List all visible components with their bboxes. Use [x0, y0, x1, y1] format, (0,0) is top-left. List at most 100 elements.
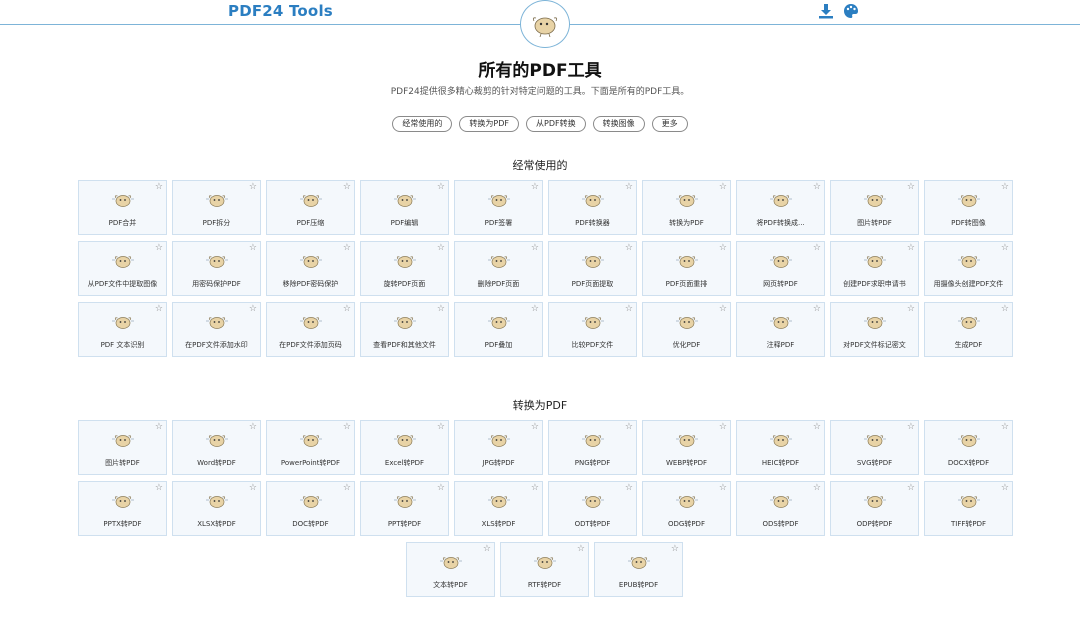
tool-card[interactable]: ☆ PDF页面提取 — [548, 241, 637, 296]
favorite-star-icon[interactable]: ☆ — [155, 243, 163, 253]
tool-card[interactable]: ☆ 从PDF文件中提取图像 — [78, 241, 167, 296]
favorite-star-icon[interactable]: ☆ — [1001, 182, 1009, 192]
favorite-star-icon[interactable]: ☆ — [625, 243, 633, 253]
tool-card[interactable]: ☆ 用密码保护PDF — [172, 241, 261, 296]
favorite-star-icon[interactable]: ☆ — [1001, 243, 1009, 253]
tool-card[interactable]: ☆ 文本转PDF — [406, 542, 495, 597]
favorite-star-icon[interactable]: ☆ — [719, 182, 727, 192]
tool-card[interactable]: ☆ RTF转PDF — [500, 542, 589, 597]
tool-card[interactable]: ☆ XLS转PDF — [454, 481, 543, 536]
favorite-star-icon[interactable]: ☆ — [719, 243, 727, 253]
favorite-star-icon[interactable]: ☆ — [343, 483, 351, 493]
tool-card[interactable]: ☆ PowerPoint转PDF — [266, 420, 355, 475]
tool-card[interactable]: ☆ PDF叠加 — [454, 302, 543, 357]
tool-card[interactable]: ☆ 旋转PDF页面 — [360, 241, 449, 296]
tool-card[interactable]: ☆ PDF转换器 — [548, 180, 637, 235]
tool-card[interactable]: ☆ ODS转PDF — [736, 481, 825, 536]
favorite-star-icon[interactable]: ☆ — [813, 304, 821, 314]
favorite-star-icon[interactable]: ☆ — [1001, 422, 1009, 432]
tool-card[interactable]: ☆ ODG转PDF — [642, 481, 731, 536]
favorite-star-icon[interactable]: ☆ — [437, 243, 445, 253]
favorite-star-icon[interactable]: ☆ — [343, 182, 351, 192]
site-logo[interactable]: PDF24 Tools — [228, 2, 333, 20]
favorite-star-icon[interactable]: ☆ — [719, 422, 727, 432]
tool-card[interactable]: ☆ 网页转PDF — [736, 241, 825, 296]
favorite-star-icon[interactable]: ☆ — [343, 422, 351, 432]
tool-card[interactable]: ☆ 优化PDF — [642, 302, 731, 357]
tool-card[interactable]: ☆ PPTX转PDF — [78, 481, 167, 536]
tool-card[interactable]: ☆ PDF转图像 — [924, 180, 1013, 235]
palette-icon[interactable] — [843, 3, 859, 19]
tool-card[interactable]: ☆ PDF合并 — [78, 180, 167, 235]
tool-card[interactable]: ☆ 用摄像头创建PDF文件 — [924, 241, 1013, 296]
favorite-star-icon[interactable]: ☆ — [577, 544, 585, 554]
tool-card[interactable]: ☆ HEIC转PDF — [736, 420, 825, 475]
tool-card[interactable]: ☆ Excel转PDF — [360, 420, 449, 475]
favorite-star-icon[interactable]: ☆ — [1001, 483, 1009, 493]
tool-card[interactable]: ☆ PDF拆分 — [172, 180, 261, 235]
favorite-star-icon[interactable]: ☆ — [531, 182, 539, 192]
tool-card[interactable]: ☆ XLSX转PDF — [172, 481, 261, 536]
tool-card[interactable]: ☆ 对PDF文件标记密文 — [830, 302, 919, 357]
favorite-star-icon[interactable]: ☆ — [437, 422, 445, 432]
favorite-star-icon[interactable]: ☆ — [907, 304, 915, 314]
tool-card[interactable]: ☆ PDF编辑 — [360, 180, 449, 235]
favorite-star-icon[interactable]: ☆ — [249, 304, 257, 314]
tool-card[interactable]: ☆ DOC转PDF — [266, 481, 355, 536]
tool-card[interactable]: ☆ 将PDF转换成... — [736, 180, 825, 235]
tool-card[interactable]: ☆ 图片转PDF — [830, 180, 919, 235]
favorite-star-icon[interactable]: ☆ — [531, 304, 539, 314]
tool-card[interactable]: ☆ WEBP转PDF — [642, 420, 731, 475]
favorite-star-icon[interactable]: ☆ — [531, 243, 539, 253]
favorite-star-icon[interactable]: ☆ — [907, 422, 915, 432]
tool-card[interactable]: ☆ DOCX转PDF — [924, 420, 1013, 475]
favorite-star-icon[interactable]: ☆ — [249, 422, 257, 432]
favorite-star-icon[interactable]: ☆ — [625, 304, 633, 314]
tool-card[interactable]: ☆ PDF 文本识别 — [78, 302, 167, 357]
favorite-star-icon[interactable]: ☆ — [625, 483, 633, 493]
tool-card[interactable]: ☆ TIFF转PDF — [924, 481, 1013, 536]
tool-card[interactable]: ☆ 删除PDF页面 — [454, 241, 543, 296]
tool-card[interactable]: ☆ PDF压缩 — [266, 180, 355, 235]
favorite-star-icon[interactable]: ☆ — [531, 483, 539, 493]
tool-card[interactable]: ☆ 移除PDF密码保护 — [266, 241, 355, 296]
tool-card[interactable]: ☆ 图片转PDF — [78, 420, 167, 475]
tool-card[interactable]: ☆ Word转PDF — [172, 420, 261, 475]
tool-card[interactable]: ☆ 生成PDF — [924, 302, 1013, 357]
tool-card[interactable]: ☆ PDF签署 — [454, 180, 543, 235]
favorite-star-icon[interactable]: ☆ — [625, 422, 633, 432]
tool-card[interactable]: ☆ 转换为PDF — [642, 180, 731, 235]
mascot-logo[interactable] — [520, 0, 570, 48]
tool-card[interactable]: ☆ SVG转PDF — [830, 420, 919, 475]
favorite-star-icon[interactable]: ☆ — [483, 544, 491, 554]
favorite-star-icon[interactable]: ☆ — [671, 544, 679, 554]
favorite-star-icon[interactable]: ☆ — [813, 243, 821, 253]
favorite-star-icon[interactable]: ☆ — [907, 483, 915, 493]
tool-card[interactable]: ☆ 比较PDF文件 — [548, 302, 637, 357]
tool-card[interactable]: ☆ ODP转PDF — [830, 481, 919, 536]
favorite-star-icon[interactable]: ☆ — [343, 304, 351, 314]
filter-more[interactable]: 更多 — [651, 116, 688, 132]
favorite-star-icon[interactable]: ☆ — [249, 483, 257, 493]
tool-card[interactable]: ☆ 创建PDF求职申请书 — [830, 241, 919, 296]
tool-card[interactable]: ☆ 在PDF文件添加水印 — [172, 302, 261, 357]
filter-convert-images[interactable]: 转换图像 — [592, 116, 645, 132]
favorite-star-icon[interactable]: ☆ — [155, 182, 163, 192]
tool-card[interactable]: ☆ EPUB转PDF — [594, 542, 683, 597]
tool-card[interactable]: ☆ PDF页面重排 — [642, 241, 731, 296]
tool-card[interactable]: ☆ 查看PDF和其他文件 — [360, 302, 449, 357]
filter-to-pdf[interactable]: 转换为PDF — [459, 116, 519, 132]
tool-card[interactable]: ☆ PPT转PDF — [360, 481, 449, 536]
favorite-star-icon[interactable]: ☆ — [907, 182, 915, 192]
favorite-star-icon[interactable]: ☆ — [813, 182, 821, 192]
favorite-star-icon[interactable]: ☆ — [907, 243, 915, 253]
favorite-star-icon[interactable]: ☆ — [813, 483, 821, 493]
favorite-star-icon[interactable]: ☆ — [155, 483, 163, 493]
favorite-star-icon[interactable]: ☆ — [719, 304, 727, 314]
favorite-star-icon[interactable]: ☆ — [155, 422, 163, 432]
favorite-star-icon[interactable]: ☆ — [437, 304, 445, 314]
tool-card[interactable]: ☆ PNG转PDF — [548, 420, 637, 475]
filter-frequent[interactable]: 经常使用的 — [392, 116, 453, 132]
favorite-star-icon[interactable]: ☆ — [531, 422, 539, 432]
favorite-star-icon[interactable]: ☆ — [343, 243, 351, 253]
